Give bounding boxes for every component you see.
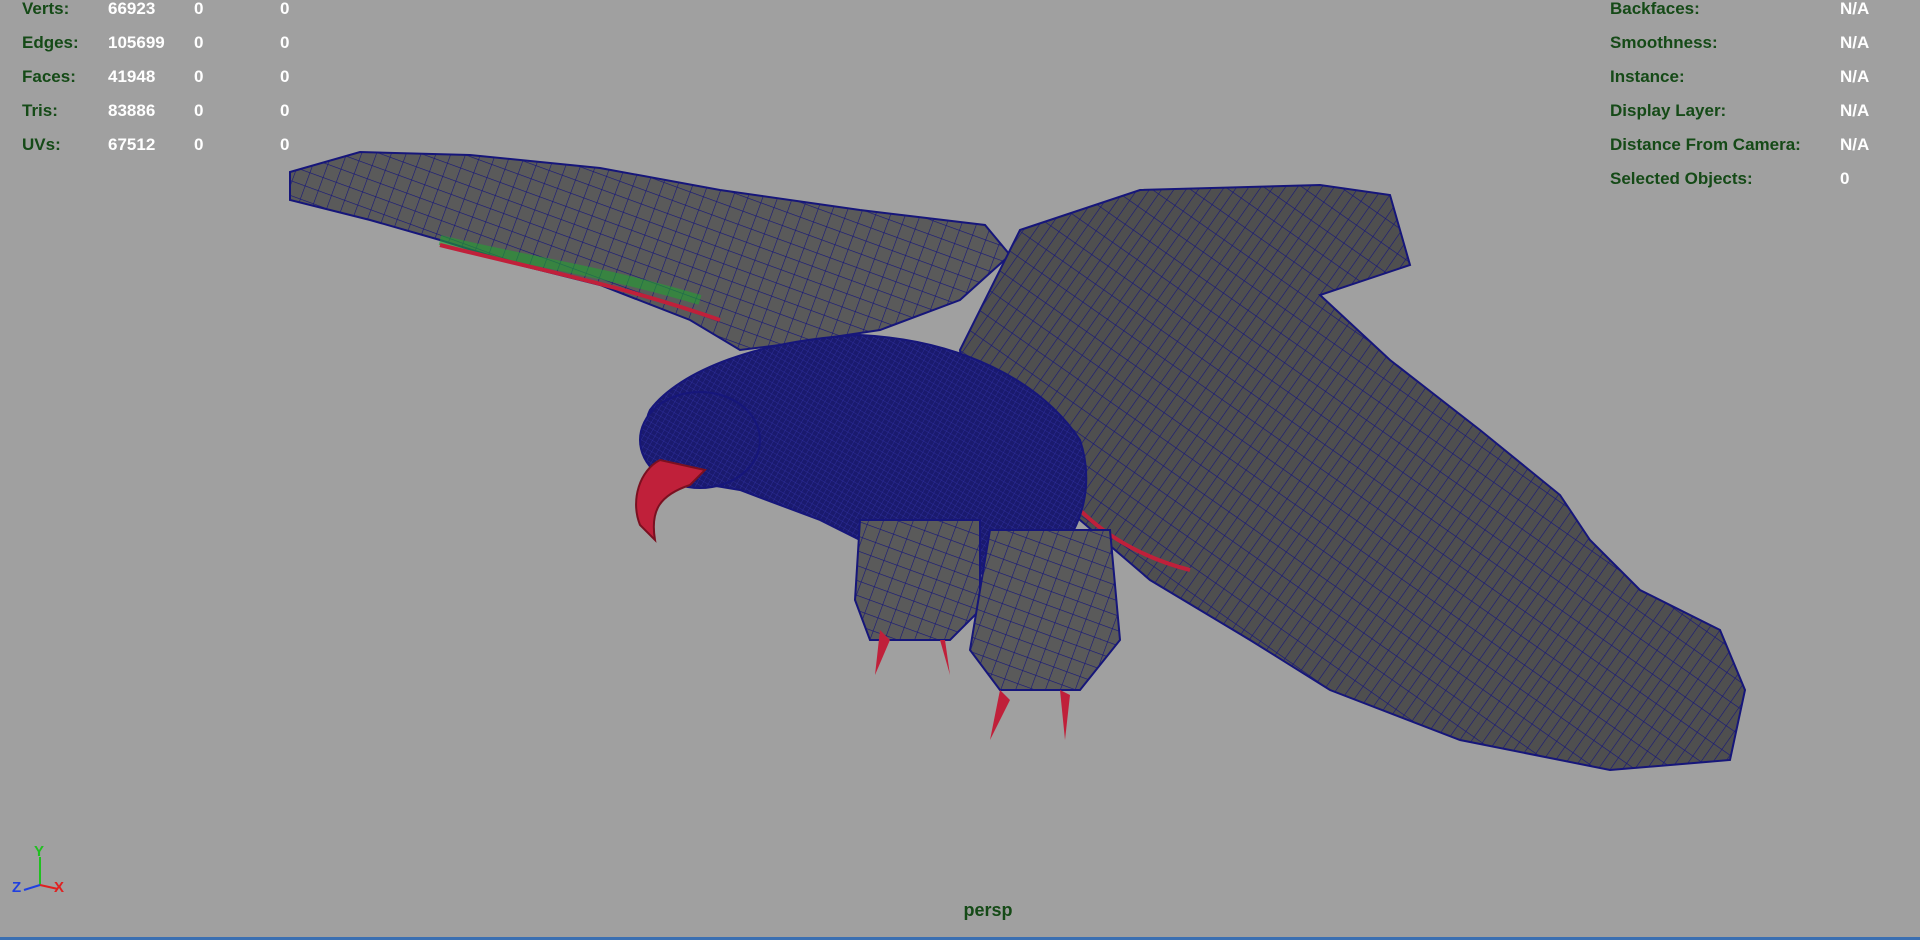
hud-row-left: UVs: 67512 0 0: [22, 128, 322, 162]
axis-y-label: Y: [34, 843, 45, 860]
detail-label: Display Layer:: [1610, 101, 1727, 120]
stat-value: 0: [280, 67, 290, 86]
hud-row-right: Backfaces: N/A: [1610, 0, 1910, 26]
left-leg: [853, 519, 981, 641]
poly-count-hud: Verts: 66923 0 0 Edges: 105699 0 0 Faces: 41948 0 0…: [22, 0, 322, 162]
hud-row-right: Smoothness: N/A: [1610, 26, 1910, 60]
stat-value: 0: [280, 33, 290, 52]
stat-value: 67512: [108, 135, 156, 154]
stat-label: Edges:: [22, 33, 79, 52]
camera-name-label: persp: [963, 900, 1013, 920]
detail-value: N/A: [1840, 135, 1870, 154]
hud-row-left: Faces: 41948 0 0: [22, 60, 322, 94]
hud-row-right: Selected Objects: 0: [1610, 162, 1910, 196]
detail-label: Backfaces:: [1610, 0, 1700, 18]
detail-value: N/A: [1840, 33, 1870, 52]
stat-value: 105699: [108, 33, 165, 52]
detail-value: N/A: [1840, 67, 1870, 86]
detail-value: N/A: [1840, 0, 1870, 18]
stat-value: 83886: [108, 101, 156, 120]
hud-row-left: Edges: 105699 0 0: [22, 26, 322, 60]
beak: [635, 458, 707, 543]
detail-value: N/A: [1840, 101, 1870, 120]
stat-value: 41948: [108, 67, 156, 86]
hud-row-right: Instance: N/A: [1610, 60, 1910, 94]
axis-x-label: X: [54, 879, 65, 896]
stat-label: Faces:: [22, 67, 76, 86]
left-wing: [289, 150, 1012, 352]
talon-4: [1060, 690, 1070, 740]
stat-label: Tris:: [22, 101, 58, 120]
talon-3: [990, 690, 1010, 740]
detail-label: Smoothness:: [1610, 33, 1718, 52]
view-axis-gizmo: Y Z X: [10, 843, 70, 905]
hud-row-left: Verts: 66923 0 0: [22, 0, 322, 26]
stat-value: 0: [280, 135, 290, 154]
detail-value: 0: [1840, 169, 1850, 188]
hud-row-left: Tris: 83886 0 0: [22, 94, 322, 128]
talon-2: [940, 640, 950, 675]
stat-value: 0: [280, 0, 290, 18]
stat-value: 0: [280, 101, 290, 120]
stat-label: Verts:: [22, 0, 70, 18]
hud-row-right: Display Layer: N/A: [1610, 94, 1910, 128]
stat-value: 66923: [108, 0, 156, 18]
stat-label: UVs:: [22, 135, 61, 154]
object-details-hud: Backfaces: N/A Smoothness: N/A Instance: N/A D…: [1610, 0, 1910, 196]
stat-value: 0: [194, 101, 204, 120]
detail-label: Instance:: [1610, 67, 1685, 86]
stat-value: 0: [194, 67, 204, 86]
detail-label: Distance From Camera:: [1610, 135, 1801, 154]
detail-label: Selected Objects:: [1610, 169, 1753, 188]
hud-row-right: Distance From Camera: N/A: [1610, 128, 1910, 162]
axis-z-label: Z: [12, 879, 22, 896]
stat-value: 0: [194, 0, 204, 18]
stat-value: 0: [194, 33, 204, 52]
stat-value: 0: [194, 135, 204, 154]
right-leg: [968, 529, 1122, 691]
